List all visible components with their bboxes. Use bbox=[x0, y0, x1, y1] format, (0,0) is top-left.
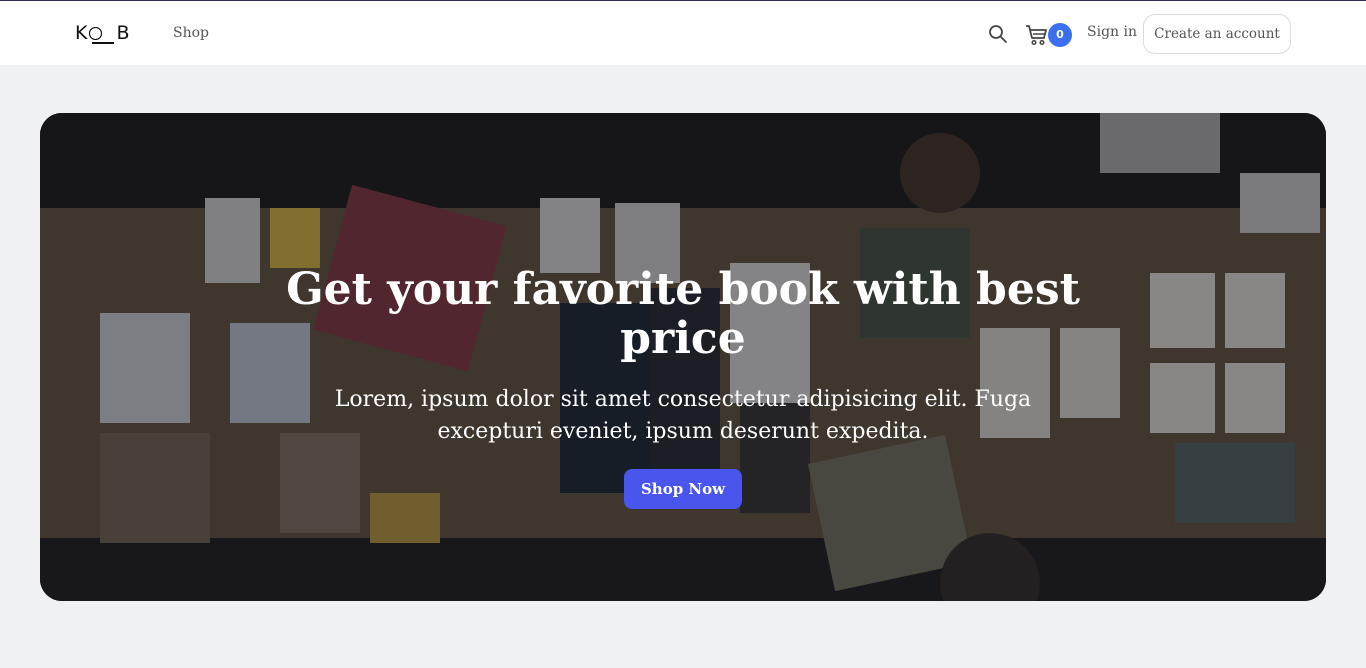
site-header: K B Shop 0 Sign in Create an account bbox=[0, 1, 1366, 65]
cart-icon bbox=[1026, 25, 1047, 46]
hero-banner: Get your favorite book with best price L… bbox=[40, 113, 1326, 601]
hero-title: Get your favorite book with best price bbox=[286, 264, 1080, 364]
sign-in-link[interactable]: Sign in bbox=[1087, 24, 1137, 40]
hero-subtitle: Lorem, ipsum dolor sit amet consectetur … bbox=[334, 387, 1032, 444]
shop-now-button[interactable]: Shop Now bbox=[624, 469, 742, 509]
logo-oo-mark bbox=[89, 23, 115, 44]
cart-button[interactable]: 0 bbox=[1025, 21, 1073, 49]
search-icon[interactable] bbox=[988, 24, 1008, 44]
nav-shop-link[interactable]: Shop bbox=[173, 25, 209, 41]
logo[interactable]: K B bbox=[75, 22, 131, 44]
cart-count-badge: 0 bbox=[1048, 23, 1072, 47]
create-account-button[interactable]: Create an account bbox=[1143, 14, 1291, 54]
